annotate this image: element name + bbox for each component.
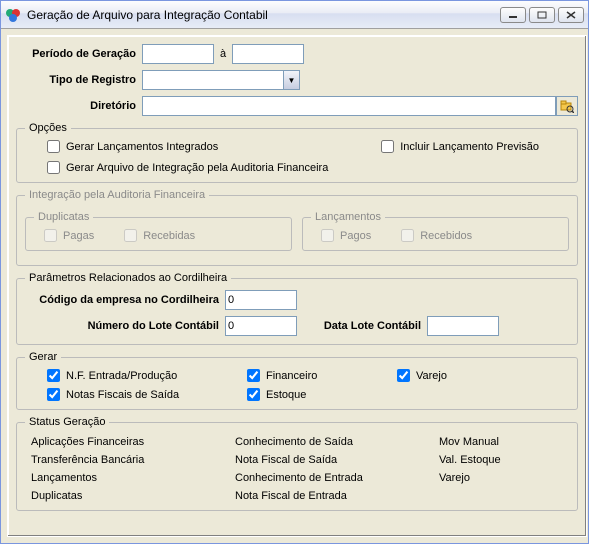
opcoes-group: Opções Gerar Lançamentos Integrados Incl… [16,122,578,183]
lancamentos-group: Lançamentos Pagos Recebidos [302,211,569,251]
window-title: Geração de Arquivo para Integração Conta… [27,8,500,22]
duplicatas-recebidas-checkbox: Recebidas [124,229,195,242]
status-item: Aplicações Financeiras [31,436,231,448]
nf-entrada-checkbox[interactable]: N.F. Entrada/Produção [47,369,247,382]
app-icon [5,7,21,23]
folder-search-icon [560,99,574,113]
minimize-button[interactable] [500,7,526,23]
varejo-checkbox[interactable]: Varejo [397,369,517,382]
gerar-lanc-integrados-checkbox[interactable]: Gerar Lançamentos Integrados [47,140,218,153]
integracao-legend: Integração pela Auditoria Financeira [25,189,209,201]
gerar-arq-auditoria-checkbox[interactable]: Gerar Arquivo de Integração pela Auditor… [47,161,569,174]
app-window: Geração de Arquivo para Integração Conta… [0,0,589,544]
maximize-button[interactable] [529,7,555,23]
duplicatas-pagas-checkbox: Pagas [44,229,94,242]
period-from-input[interactable] [142,44,214,64]
status-item: Transferência Bancária [31,454,231,466]
period-label: Período de Geração [16,48,142,60]
status-item: Val. Estoque [439,454,569,466]
status-item: Duplicatas [31,490,231,502]
nf-saida-checkbox[interactable]: Notas Fiscais de Saída [47,388,247,401]
opcoes-legend: Opções [25,122,71,134]
codigo-empresa-label: Código da empresa no Cordilheira [25,294,225,306]
incluir-lanc-previsao-checkbox[interactable]: Incluir Lançamento Previsão [381,140,539,153]
numero-lote-input[interactable] [225,316,297,336]
data-lote-input[interactable] [427,316,499,336]
gerar-legend: Gerar [25,351,61,363]
title-bar: Geração de Arquivo para Integração Conta… [1,1,588,29]
lancamentos-recebidos-checkbox: Recebidos [401,229,472,242]
status-item: Conhecimento de Saída [235,436,435,448]
close-button[interactable] [558,7,584,23]
status-item: Mov Manual [439,436,569,448]
browse-folder-button[interactable] [556,96,578,116]
status-legend: Status Geração [25,416,109,428]
period-to-input[interactable] [232,44,304,64]
duplicatas-group: Duplicatas Pagas Recebidas [25,211,292,251]
diretorio-input[interactable] [142,96,556,116]
status-group: Status Geração Aplicações Financeiras Co… [16,416,578,511]
diretorio-label: Diretório [16,100,142,112]
data-lote-label: Data Lote Contábil [297,320,427,332]
status-item: Lançamentos [31,472,231,484]
cordilheira-legend: Parâmetros Relacionados ao Cordilheira [25,272,231,284]
tipo-registro-label: Tipo de Registro [16,74,142,86]
cordilheira-group: Parâmetros Relacionados ao Cordilheira C… [16,272,578,345]
status-item [439,490,569,502]
status-item: Conhecimento de Entrada [235,472,435,484]
period-connector: à [214,48,232,60]
main-panel: Período de Geração à Tipo de Registro ▼ … [7,35,587,537]
chevron-down-icon[interactable]: ▼ [283,71,299,89]
financeiro-checkbox[interactable]: Financeiro [247,369,397,382]
duplicatas-legend: Duplicatas [34,211,93,223]
status-item: Nota Fiscal de Entrada [235,490,435,502]
gerar-group: Gerar N.F. Entrada/Produção Financeiro V… [16,351,578,410]
numero-lote-label: Número do Lote Contábil [25,320,225,332]
lancamentos-pagos-checkbox: Pagos [321,229,371,242]
codigo-empresa-input[interactable] [225,290,297,310]
tipo-registro-combo[interactable] [142,70,300,90]
estoque-checkbox[interactable]: Estoque [247,388,397,401]
status-item: Nota Fiscal de Saída [235,454,435,466]
integracao-group: Integração pela Auditoria Financeira Dup… [16,189,578,266]
lancamentos-legend: Lançamentos [311,211,385,223]
status-item: Varejo [439,472,569,484]
